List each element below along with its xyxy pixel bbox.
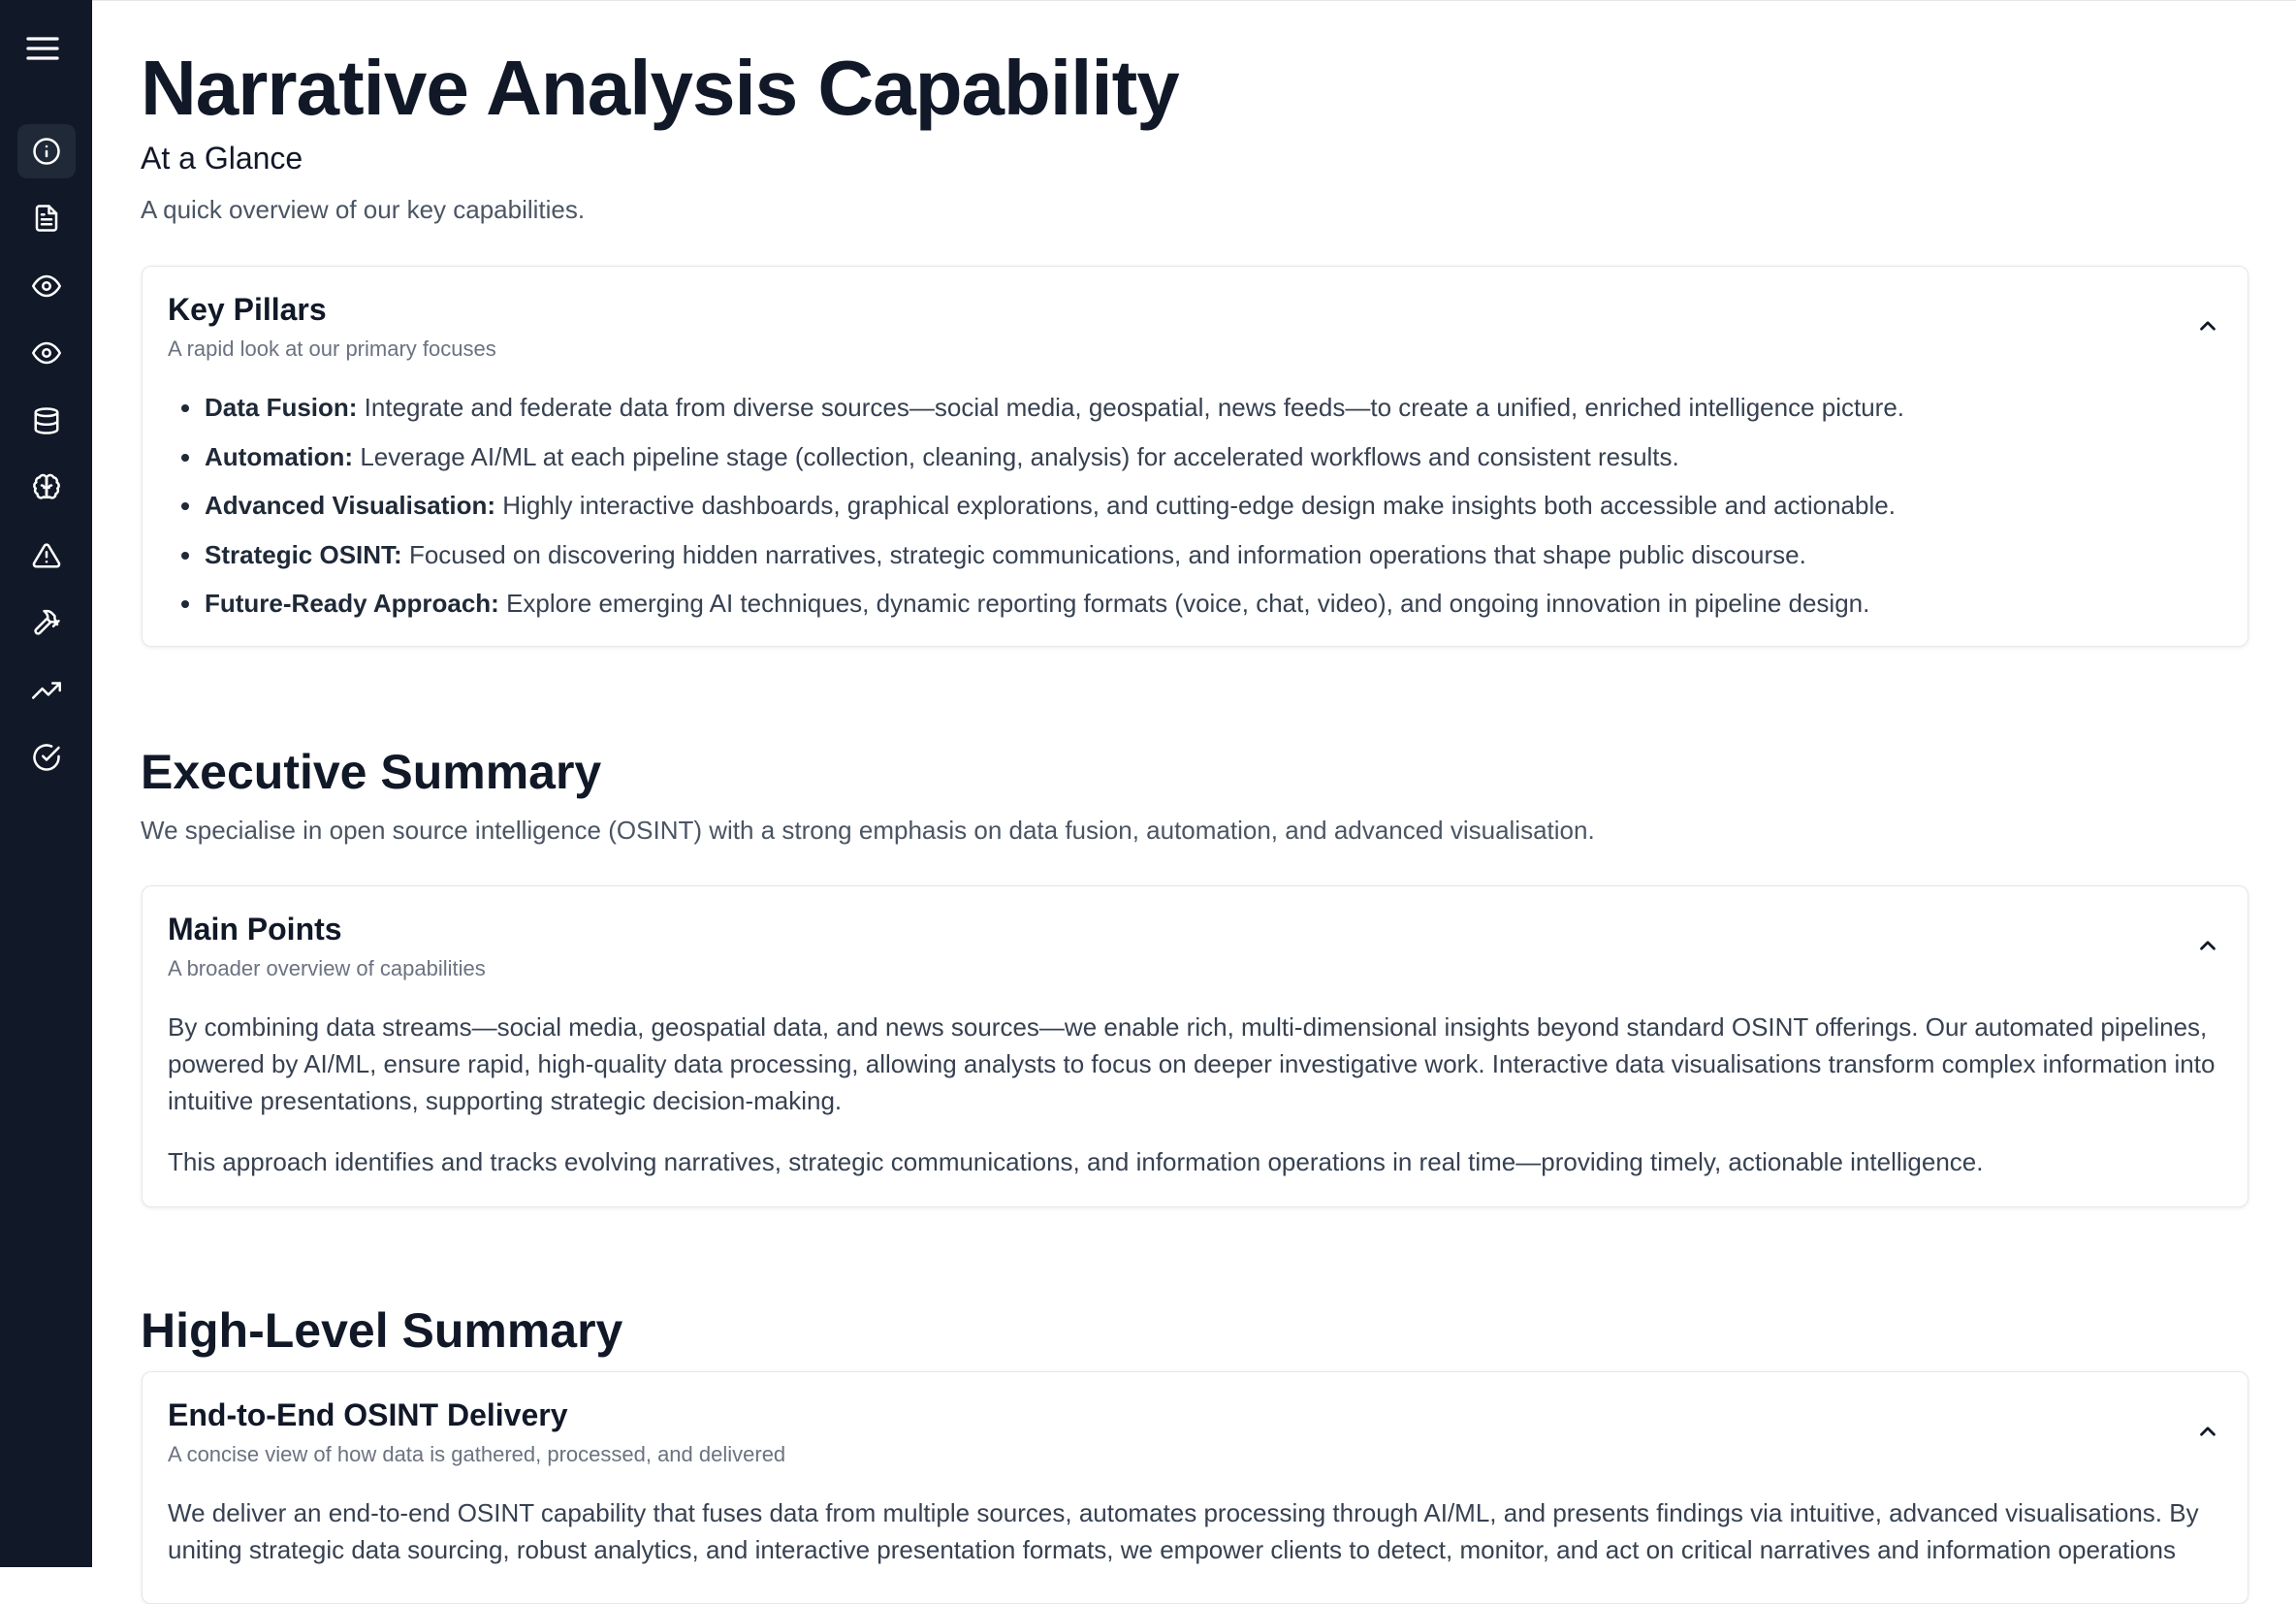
sidebar-item-brain[interactable] (17, 461, 76, 515)
key-pillars-card: Key Pillars A rapid look at our primary … (142, 266, 2248, 647)
pillar-text: Explore emerging AI techniques, dynamic … (498, 589, 1870, 618)
card-subtitle: A rapid look at our primary focuses (168, 337, 496, 361)
brain-icon (33, 473, 60, 499)
sidebar-item-trending[interactable] (17, 663, 76, 718)
main-points-card: Main Points A broader overview of capabi… (142, 885, 2248, 1207)
pillar-text: Leverage AI/ML at each pipeline stage (c… (353, 441, 1679, 471)
collapse-button[interactable] (2193, 1417, 2222, 1446)
list-item: Strategic OSINT: Focused on discovering … (181, 530, 1904, 580)
sidebar-item-check[interactable] (17, 730, 76, 785)
sidebar-item-alert[interactable] (17, 529, 76, 583)
pillar-label: Advanced Visualisation: (205, 491, 496, 520)
collapse-button[interactable] (2193, 931, 2222, 960)
sidebar-item-info[interactable] (17, 124, 76, 178)
check-circle-icon (33, 744, 60, 771)
pillar-label: Automation: (205, 441, 354, 471)
sidebar-item-database[interactable] (17, 394, 76, 448)
pillar-text: Integrate and federate data from diverse… (357, 393, 1905, 422)
sidebar (0, 0, 92, 1567)
eye-icon (32, 341, 61, 365)
eye-icon (32, 274, 61, 298)
list-item: Advanced Visualisation: Highly interacti… (181, 481, 1904, 530)
page-subtitle: At a Glance (141, 141, 303, 176)
page-description: A quick overview of our key capabilities… (141, 195, 586, 224)
database-icon (34, 407, 59, 434)
document-icon (35, 205, 58, 232)
pillar-label: Data Fusion: (205, 393, 358, 422)
pillar-text: Highly interactive dashboards, graphical… (495, 491, 1896, 520)
section-description: We specialise in open source intelligenc… (141, 816, 1595, 845)
list-item: Future-Ready Approach: Explore emerging … (181, 579, 1904, 628)
card-subtitle: A broader overview of capabilities (168, 956, 486, 980)
card-title: End-to-End OSINT Delivery (168, 1397, 568, 1432)
menu-button[interactable] (21, 27, 64, 70)
main-content: Narrative Analysis Capability At a Glanc… (92, 0, 2296, 1604)
pillar-text: Focused on discovering hidden narratives… (401, 539, 1806, 569)
list-item: Automation: Leverage AI/ML at each pipel… (181, 433, 1904, 482)
card-title: Key Pillars (168, 292, 327, 327)
hammer-icon (34, 609, 60, 635)
sidebar-item-eye[interactable] (17, 259, 76, 313)
hamburger-menu-icon (26, 37, 59, 60)
info-icon (33, 138, 60, 165)
alert-triangle-icon (32, 543, 61, 568)
collapse-button[interactable] (2193, 311, 2222, 340)
sidebar-item-tools[interactable] (17, 595, 76, 650)
section-heading-high-level-summary: High-Level Summary (141, 1303, 623, 1358)
sidebar-item-document[interactable] (17, 191, 76, 245)
card-subtitle: A concise view of how data is gathered, … (168, 1442, 786, 1466)
list-item: Data Fusion: Integrate and federate data… (181, 383, 1904, 433)
trending-up-icon (32, 682, 61, 699)
chevron-up-icon (2200, 941, 2216, 950)
sidebar-item-eye-2[interactable] (17, 326, 76, 380)
card-paragraph: This approach identifies and tracks evol… (168, 1147, 1984, 1176)
pillar-label: Future-Ready Approach: (205, 589, 499, 618)
card-title: Main Points (168, 912, 342, 946)
end-to-end-card: End-to-End OSINT Delivery A concise view… (142, 1371, 2248, 1604)
chevron-up-icon (2200, 321, 2216, 331)
section-heading-executive-summary: Executive Summary (141, 745, 602, 799)
pillars-list: Data Fusion: Integrate and federate data… (181, 383, 1904, 628)
card-paragraph: By combining data streams—social media, … (168, 1012, 2216, 1115)
card-paragraph: We deliver an end-to-end OSINT capabilit… (168, 1498, 2199, 1564)
pillar-label: Strategic OSINT: (205, 539, 402, 569)
page-title: Narrative Analysis Capability (141, 45, 1180, 131)
chevron-up-icon (2200, 1427, 2216, 1436)
